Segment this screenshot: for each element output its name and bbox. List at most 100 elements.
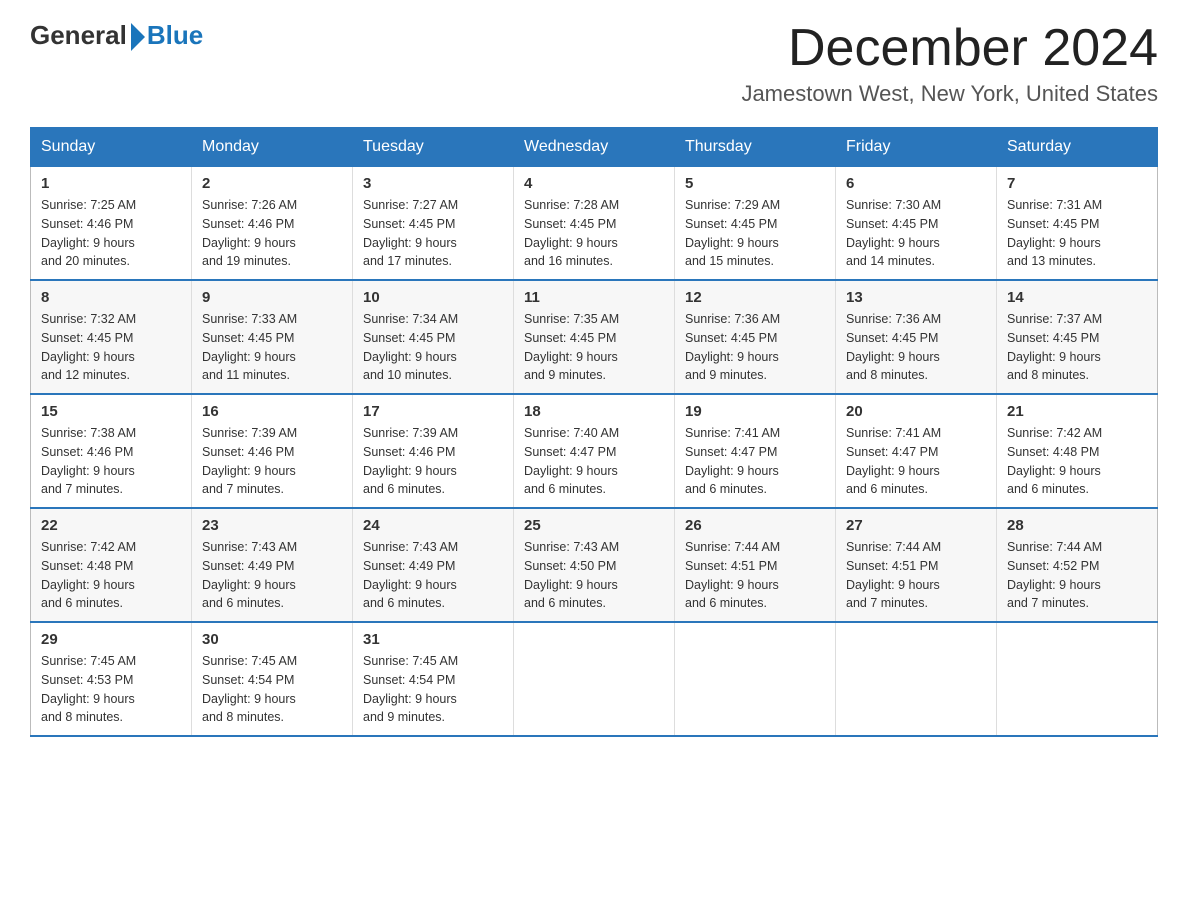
day-number: 4 (524, 175, 664, 192)
day-number: 19 (685, 403, 825, 420)
header-friday: Friday (836, 128, 997, 167)
calendar-cell: 21 Sunrise: 7:42 AMSunset: 4:48 PMDaylig… (997, 394, 1158, 508)
day-info: Sunrise: 7:32 AMSunset: 4:45 PMDaylight:… (41, 310, 181, 385)
day-info: Sunrise: 7:37 AMSunset: 4:45 PMDaylight:… (1007, 310, 1147, 385)
day-info: Sunrise: 7:42 AMSunset: 4:48 PMDaylight:… (1007, 424, 1147, 499)
calendar-cell (514, 622, 675, 736)
calendar-cell: 12 Sunrise: 7:36 AMSunset: 4:45 PMDaylig… (675, 280, 836, 394)
calendar-cell: 9 Sunrise: 7:33 AMSunset: 4:45 PMDayligh… (192, 280, 353, 394)
calendar-cell: 31 Sunrise: 7:45 AMSunset: 4:54 PMDaylig… (353, 622, 514, 736)
calendar-cell: 19 Sunrise: 7:41 AMSunset: 4:47 PMDaylig… (675, 394, 836, 508)
day-info: Sunrise: 7:43 AMSunset: 4:49 PMDaylight:… (363, 538, 503, 613)
calendar-cell: 17 Sunrise: 7:39 AMSunset: 4:46 PMDaylig… (353, 394, 514, 508)
day-number: 29 (41, 631, 181, 648)
day-number: 10 (363, 289, 503, 306)
day-number: 22 (41, 517, 181, 534)
day-info: Sunrise: 7:42 AMSunset: 4:48 PMDaylight:… (41, 538, 181, 613)
calendar-cell: 14 Sunrise: 7:37 AMSunset: 4:45 PMDaylig… (997, 280, 1158, 394)
header-tuesday: Tuesday (353, 128, 514, 167)
calendar-cell: 18 Sunrise: 7:40 AMSunset: 4:47 PMDaylig… (514, 394, 675, 508)
day-number: 16 (202, 403, 342, 420)
calendar-cell (675, 622, 836, 736)
header-wednesday: Wednesday (514, 128, 675, 167)
day-info: Sunrise: 7:31 AMSunset: 4:45 PMDaylight:… (1007, 196, 1147, 271)
day-number: 1 (41, 175, 181, 192)
day-number: 2 (202, 175, 342, 192)
calendar-cell: 27 Sunrise: 7:44 AMSunset: 4:51 PMDaylig… (836, 508, 997, 622)
day-info: Sunrise: 7:26 AMSunset: 4:46 PMDaylight:… (202, 196, 342, 271)
month-title: December 2024 (741, 20, 1158, 77)
day-info: Sunrise: 7:36 AMSunset: 4:45 PMDaylight:… (846, 310, 986, 385)
day-number: 25 (524, 517, 664, 534)
day-info: Sunrise: 7:40 AMSunset: 4:47 PMDaylight:… (524, 424, 664, 499)
day-info: Sunrise: 7:33 AMSunset: 4:45 PMDaylight:… (202, 310, 342, 385)
day-info: Sunrise: 7:43 AMSunset: 4:49 PMDaylight:… (202, 538, 342, 613)
week-row-3: 15 Sunrise: 7:38 AMSunset: 4:46 PMDaylig… (31, 394, 1158, 508)
calendar-cell: 2 Sunrise: 7:26 AMSunset: 4:46 PMDayligh… (192, 167, 353, 281)
day-info: Sunrise: 7:38 AMSunset: 4:46 PMDaylight:… (41, 424, 181, 499)
day-number: 9 (202, 289, 342, 306)
week-row-5: 29 Sunrise: 7:45 AMSunset: 4:53 PMDaylig… (31, 622, 1158, 736)
day-number: 21 (1007, 403, 1147, 420)
day-info: Sunrise: 7:43 AMSunset: 4:50 PMDaylight:… (524, 538, 664, 613)
location-title: Jamestown West, New York, United States (741, 81, 1158, 107)
calendar-cell: 20 Sunrise: 7:41 AMSunset: 4:47 PMDaylig… (836, 394, 997, 508)
calendar-cell: 28 Sunrise: 7:44 AMSunset: 4:52 PMDaylig… (997, 508, 1158, 622)
day-info: Sunrise: 7:39 AMSunset: 4:46 PMDaylight:… (363, 424, 503, 499)
day-info: Sunrise: 7:28 AMSunset: 4:45 PMDaylight:… (524, 196, 664, 271)
calendar-cell: 30 Sunrise: 7:45 AMSunset: 4:54 PMDaylig… (192, 622, 353, 736)
calendar-cell: 7 Sunrise: 7:31 AMSunset: 4:45 PMDayligh… (997, 167, 1158, 281)
day-number: 3 (363, 175, 503, 192)
calendar-cell: 4 Sunrise: 7:28 AMSunset: 4:45 PMDayligh… (514, 167, 675, 281)
logo-triangle-icon (131, 23, 145, 51)
header-monday: Monday (192, 128, 353, 167)
calendar-cell (836, 622, 997, 736)
day-number: 14 (1007, 289, 1147, 306)
day-number: 7 (1007, 175, 1147, 192)
day-number: 6 (846, 175, 986, 192)
day-info: Sunrise: 7:36 AMSunset: 4:45 PMDaylight:… (685, 310, 825, 385)
day-info: Sunrise: 7:34 AMSunset: 4:45 PMDaylight:… (363, 310, 503, 385)
calendar-cell: 26 Sunrise: 7:44 AMSunset: 4:51 PMDaylig… (675, 508, 836, 622)
calendar-cell: 16 Sunrise: 7:39 AMSunset: 4:46 PMDaylig… (192, 394, 353, 508)
calendar-cell: 8 Sunrise: 7:32 AMSunset: 4:45 PMDayligh… (31, 280, 192, 394)
day-number: 17 (363, 403, 503, 420)
day-info: Sunrise: 7:41 AMSunset: 4:47 PMDaylight:… (846, 424, 986, 499)
calendar-cell: 22 Sunrise: 7:42 AMSunset: 4:48 PMDaylig… (31, 508, 192, 622)
calendar-cell: 10 Sunrise: 7:34 AMSunset: 4:45 PMDaylig… (353, 280, 514, 394)
page-header: General Blue December 2024 Jamestown Wes… (30, 20, 1158, 107)
week-row-1: 1 Sunrise: 7:25 AMSunset: 4:46 PMDayligh… (31, 167, 1158, 281)
day-info: Sunrise: 7:27 AMSunset: 4:45 PMDaylight:… (363, 196, 503, 271)
title-area: December 2024 Jamestown West, New York, … (741, 20, 1158, 107)
day-info: Sunrise: 7:35 AMSunset: 4:45 PMDaylight:… (524, 310, 664, 385)
day-info: Sunrise: 7:44 AMSunset: 4:51 PMDaylight:… (846, 538, 986, 613)
header-thursday: Thursday (675, 128, 836, 167)
calendar-cell: 23 Sunrise: 7:43 AMSunset: 4:49 PMDaylig… (192, 508, 353, 622)
week-row-2: 8 Sunrise: 7:32 AMSunset: 4:45 PMDayligh… (31, 280, 1158, 394)
day-info: Sunrise: 7:39 AMSunset: 4:46 PMDaylight:… (202, 424, 342, 499)
calendar-cell: 6 Sunrise: 7:30 AMSunset: 4:45 PMDayligh… (836, 167, 997, 281)
logo-blue-text: Blue (147, 20, 203, 51)
day-info: Sunrise: 7:45 AMSunset: 4:54 PMDaylight:… (363, 652, 503, 727)
calendar-table: SundayMondayTuesdayWednesdayThursdayFrid… (30, 127, 1158, 737)
day-info: Sunrise: 7:25 AMSunset: 4:46 PMDaylight:… (41, 196, 181, 271)
calendar-cell: 13 Sunrise: 7:36 AMSunset: 4:45 PMDaylig… (836, 280, 997, 394)
calendar-cell: 15 Sunrise: 7:38 AMSunset: 4:46 PMDaylig… (31, 394, 192, 508)
day-number: 5 (685, 175, 825, 192)
day-info: Sunrise: 7:41 AMSunset: 4:47 PMDaylight:… (685, 424, 825, 499)
day-number: 13 (846, 289, 986, 306)
logo: General Blue (30, 20, 203, 51)
day-number: 23 (202, 517, 342, 534)
calendar-cell: 24 Sunrise: 7:43 AMSunset: 4:49 PMDaylig… (353, 508, 514, 622)
week-row-4: 22 Sunrise: 7:42 AMSunset: 4:48 PMDaylig… (31, 508, 1158, 622)
header-saturday: Saturday (997, 128, 1158, 167)
day-number: 15 (41, 403, 181, 420)
calendar-header-row: SundayMondayTuesdayWednesdayThursdayFrid… (31, 128, 1158, 167)
day-number: 28 (1007, 517, 1147, 534)
calendar-cell: 11 Sunrise: 7:35 AMSunset: 4:45 PMDaylig… (514, 280, 675, 394)
day-info: Sunrise: 7:44 AMSunset: 4:52 PMDaylight:… (1007, 538, 1147, 613)
day-info: Sunrise: 7:45 AMSunset: 4:54 PMDaylight:… (202, 652, 342, 727)
day-info: Sunrise: 7:30 AMSunset: 4:45 PMDaylight:… (846, 196, 986, 271)
calendar-cell (997, 622, 1158, 736)
day-number: 24 (363, 517, 503, 534)
